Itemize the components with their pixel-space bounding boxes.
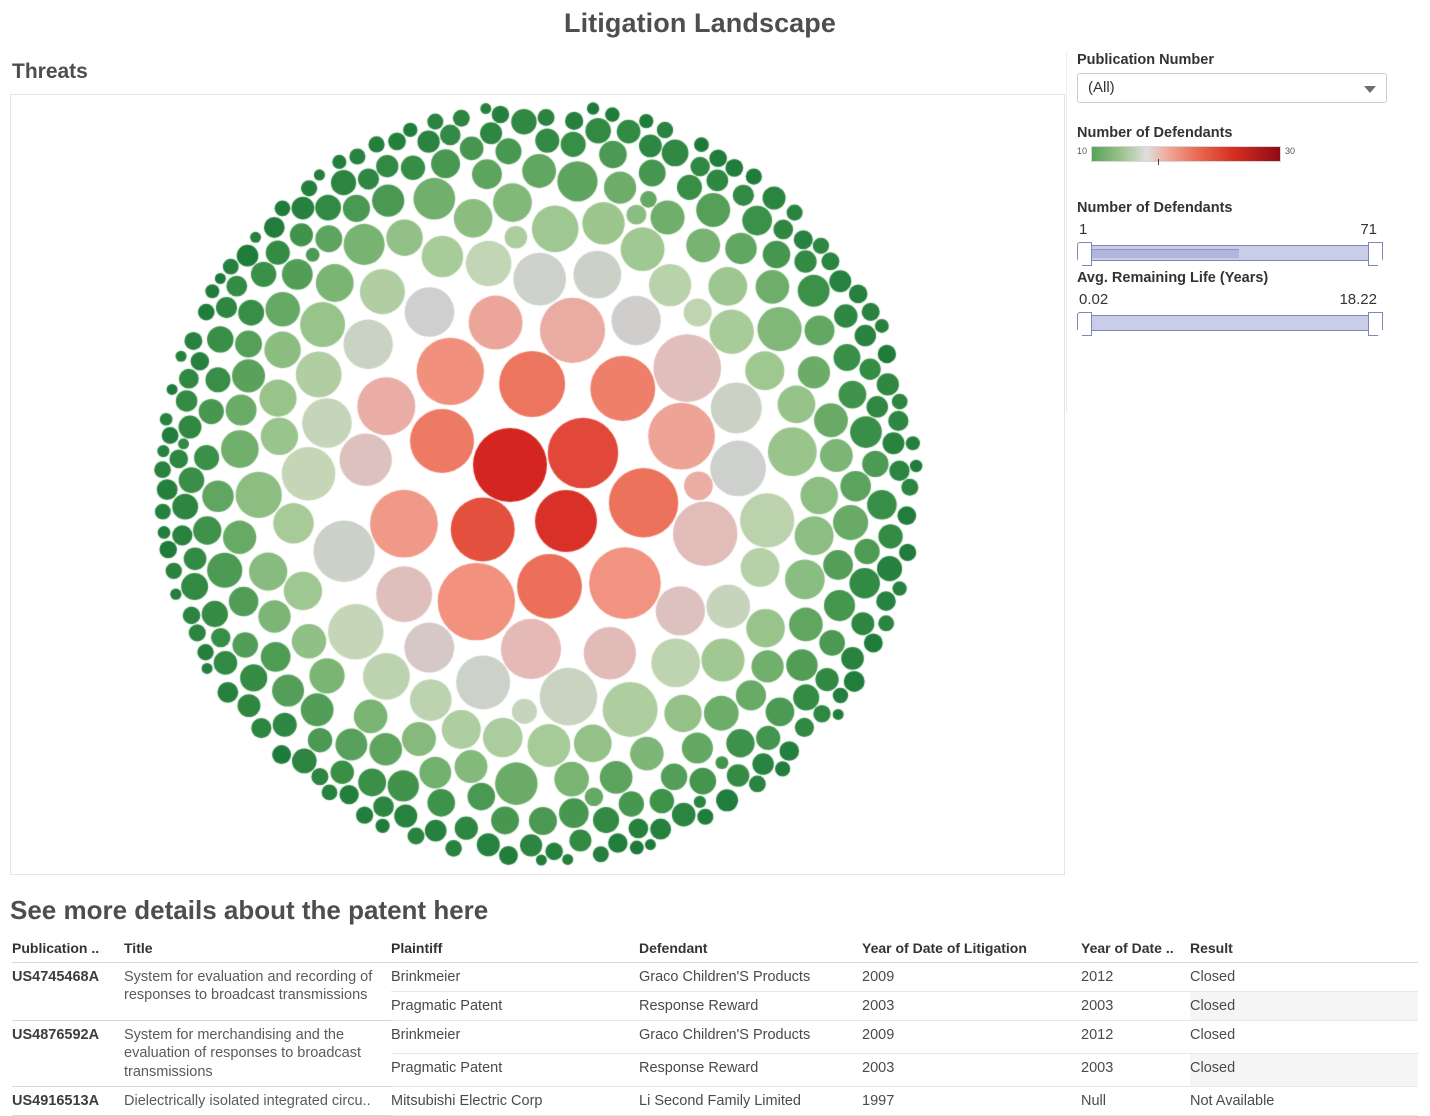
cell-publication[interactable]: US4745468A (12, 962, 124, 1022)
color-legend-tick (1157, 159, 1159, 165)
table-header-row: Publication .. Title Plaintiff Defendant… (12, 940, 1418, 963)
defendants-slider-max: 71 (1360, 221, 1377, 238)
cell-plaintiff[interactable]: Pragmatic Patent (391, 991, 639, 1022)
publication-number-dropdown[interactable]: (All) (1077, 73, 1387, 103)
column-header-defendant[interactable]: Defendant (639, 940, 862, 963)
threats-worksheet-title: Threats (12, 60, 88, 83)
table-body: US4745468A System for evaluation and reco… (12, 962, 1418, 1116)
publication-filter-label: Publication Number (1077, 52, 1214, 68)
cell-result[interactable]: Closed (1190, 1053, 1418, 1087)
defendants-slider-values: 1 71 (1077, 221, 1377, 241)
defendants-slider-label: Number of Defendants (1077, 200, 1233, 216)
threats-bubble-chart-panel[interactable] (10, 94, 1065, 875)
cell-publication[interactable]: US4916513A (12, 1086, 124, 1116)
cell-year-litigation[interactable]: 2009 (862, 1020, 1081, 1054)
cell-result[interactable]: Closed (1190, 991, 1418, 1022)
cell-year-date[interactable]: 2003 (1081, 991, 1190, 1022)
cell-defendant[interactable]: Graco Children'S Products (639, 1020, 862, 1054)
column-header-title[interactable]: Title (124, 940, 391, 963)
table-row[interactable]: US4916513A Dielectrically isolated integr… (12, 1086, 1418, 1116)
cell-year-date[interactable]: Null (1081, 1086, 1190, 1116)
table-row[interactable]: US4876592A System for merchandising and t… (12, 1020, 1418, 1087)
cell-year-date[interactable]: 2003 (1081, 1053, 1190, 1087)
cell-year-date[interactable]: 2012 (1081, 1020, 1190, 1054)
defendants-range-filter: Number of Defendants 1 71 (1077, 200, 1416, 266)
life-slider-values: 0.02 18.22 (1077, 291, 1377, 311)
cell-plaintiff[interactable]: Mitsubishi Electric Corp (391, 1086, 639, 1116)
cell-publication[interactable]: US4876592A (12, 1020, 124, 1087)
column-header-plaintiff[interactable]: Plaintiff (391, 940, 639, 963)
life-slider-handle-left[interactable] (1077, 312, 1092, 336)
remaining-life-range-filter: Avg. Remaining Life (Years) 0.02 18.22 (1077, 270, 1416, 336)
cell-defendant[interactable]: Response Reward (639, 991, 862, 1022)
defendants-slider-min: 1 (1079, 221, 1088, 238)
defendants-slider-handle-right[interactable] (1368, 242, 1383, 266)
color-legend-min: 10 (1077, 146, 1088, 156)
life-slider-handle-right[interactable] (1368, 312, 1383, 336)
controls-column: Publication Number (All) Number of Defen… (1066, 52, 1416, 412)
table-row[interactable]: US4745468A System for evaluation and reco… (12, 962, 1418, 1022)
column-header-year-litigation[interactable]: Year of Date of Litigation (862, 940, 1081, 963)
color-legend-label: Number of Defendants (1077, 125, 1233, 141)
cell-plaintiff[interactable]: Brinkmeier (391, 962, 639, 993)
color-legend: 10 30 (1077, 146, 1416, 165)
cell-year-litigation[interactable]: 1997 (862, 1086, 1081, 1116)
life-slider-min: 0.02 (1079, 291, 1109, 308)
cell-year-date[interactable]: 2012 (1081, 962, 1190, 993)
cell-defendant[interactable]: Li Second Family Limited (639, 1086, 862, 1116)
cell-result[interactable]: Closed (1190, 962, 1418, 993)
life-slider-track[interactable] (1087, 315, 1373, 331)
defendants-slider-fill (1089, 249, 1239, 258)
cell-defendant[interactable]: Response Reward (639, 1053, 862, 1087)
cell-title[interactable]: Dielectrically isolated integrated circu… (124, 1086, 391, 1116)
details-section-title: See more details about the patent here (10, 895, 489, 925)
life-range-slider[interactable] (1077, 312, 1383, 336)
cell-result[interactable]: Closed (1190, 1020, 1418, 1054)
defendants-range-slider[interactable] (1077, 242, 1383, 266)
color-legend-max: 30 (1285, 146, 1296, 156)
chevron-down-icon[interactable] (1364, 86, 1376, 93)
cell-year-litigation[interactable]: 2009 (862, 962, 1081, 993)
cell-title[interactable]: System for evaluation and recording of r… (124, 962, 391, 1022)
defendants-slider-handle-left[interactable] (1077, 242, 1092, 266)
column-header-year-date[interactable]: Year of Date .. (1081, 940, 1190, 963)
publication-number-value: (All) (1088, 79, 1115, 96)
cell-title[interactable]: System for merchandising and the evaluat… (124, 1020, 391, 1087)
column-header-publication[interactable]: Publication .. (12, 940, 124, 963)
page-title: Litigation Landscape (563, 8, 837, 38)
life-slider-max: 18.22 (1339, 291, 1377, 308)
cell-year-litigation[interactable]: 2003 (862, 1053, 1081, 1087)
cell-year-litigation[interactable]: 2003 (862, 991, 1081, 1022)
cell-plaintiff[interactable]: Brinkmeier (391, 1020, 639, 1054)
cell-plaintiff[interactable]: Pragmatic Patent (391, 1053, 639, 1087)
color-legend-gradient (1091, 146, 1282, 165)
life-slider-label: Avg. Remaining Life (Years) (1077, 270, 1269, 286)
bubble-chart-canvas[interactable] (11, 95, 1064, 874)
cell-defendant[interactable]: Graco Children'S Products (639, 962, 862, 993)
patent-details-table: Publication .. Title Plaintiff Defendant… (12, 940, 1418, 1116)
column-header-result[interactable]: Result (1190, 940, 1418, 963)
cell-result[interactable]: Not Available (1190, 1086, 1418, 1116)
